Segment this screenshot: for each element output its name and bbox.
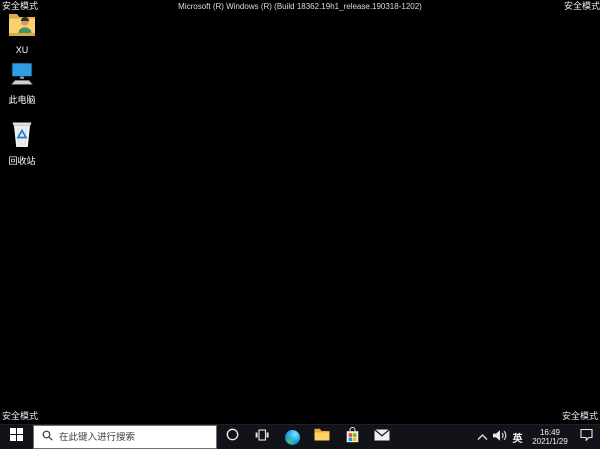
user-folder-icon [8, 10, 36, 42]
recycle-bin-icon [10, 118, 34, 153]
safe-mode-label-bottom-left: 安全模式 [2, 411, 39, 421]
cortana-icon [226, 428, 239, 446]
system-tray: 英 16:49 2021/1/29 [474, 425, 600, 449]
edge-button[interactable] [277, 425, 307, 449]
ime-indicator[interactable]: 英 [510, 425, 525, 449]
file-explorer-button[interactable] [307, 425, 337, 449]
mail-icon [374, 428, 390, 446]
start-button[interactable] [0, 425, 33, 449]
windows-start-icon [10, 428, 23, 446]
tray-expand-button[interactable] [474, 425, 491, 449]
task-view-icon [255, 428, 269, 446]
desktop-icon-this-pc[interactable]: 此电脑 [0, 61, 44, 105]
action-center-icon [580, 428, 593, 446]
store-button[interactable] [337, 425, 367, 449]
clock-time: 16:49 [539, 428, 561, 437]
search-input[interactable] [59, 431, 210, 443]
volume-button[interactable] [491, 425, 510, 449]
volume-icon [493, 428, 508, 446]
taskbar-empty-area [397, 425, 474, 449]
chevron-up-icon [477, 428, 488, 446]
desktop-icon-label: 此电脑 [8, 95, 36, 105]
store-icon [346, 426, 359, 448]
clock[interactable]: 16:49 2021/1/29 [525, 425, 575, 449]
windows-build-text: Microsoft (R) Windows (R) (Build 18362.1… [178, 2, 422, 11]
task-view-button[interactable] [247, 425, 277, 449]
action-center-button[interactable] [575, 425, 600, 449]
desktop-icon-label: XU [15, 45, 29, 55]
desktop-icon-recycle-bin[interactable]: 回收站 [0, 118, 44, 166]
cortana-button[interactable] [217, 425, 247, 449]
mail-button[interactable] [367, 425, 397, 449]
ime-label: 英 [512, 433, 523, 445]
file-explorer-icon [314, 428, 330, 446]
safe-mode-label-bottom-right: 安全模式 [561, 411, 598, 421]
edge-icon [284, 429, 300, 445]
search-icon [42, 428, 53, 446]
taskbar-search[interactable] [33, 425, 217, 449]
clock-date: 2021/1/29 [532, 437, 568, 446]
this-pc-icon [8, 61, 36, 92]
desktop-icon-user-folder[interactable]: XU [0, 10, 44, 55]
safe-mode-desktop: { "safe_mode_label": "安全模式", "build_text… [0, 0, 600, 449]
desktop-icon-label: 回收站 [8, 156, 36, 166]
taskbar: 英 16:49 2021/1/29 [0, 424, 600, 449]
